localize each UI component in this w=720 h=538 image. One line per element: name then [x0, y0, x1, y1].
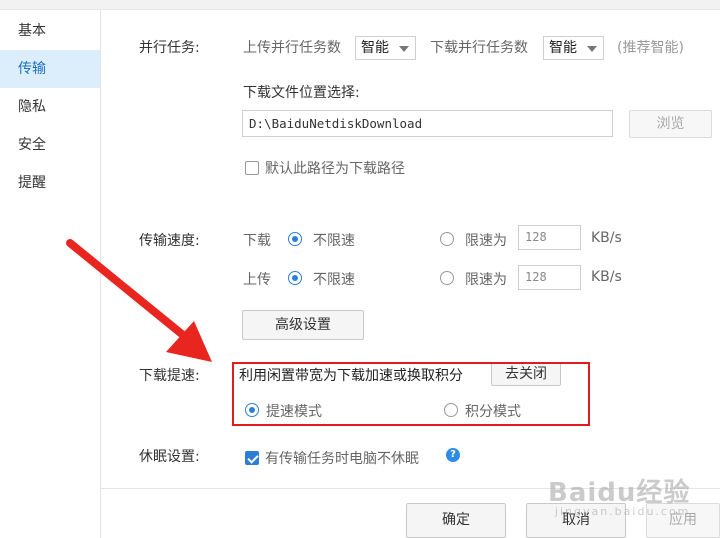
red-arrow-annotation — [66, 239, 212, 362]
watermark-logo: Baidu经验 jingyan.baidu.com — [548, 472, 690, 518]
watermark-text: Baidu经验 — [548, 478, 691, 508]
watermark-sub: jingyan.baidu.com — [554, 505, 691, 518]
